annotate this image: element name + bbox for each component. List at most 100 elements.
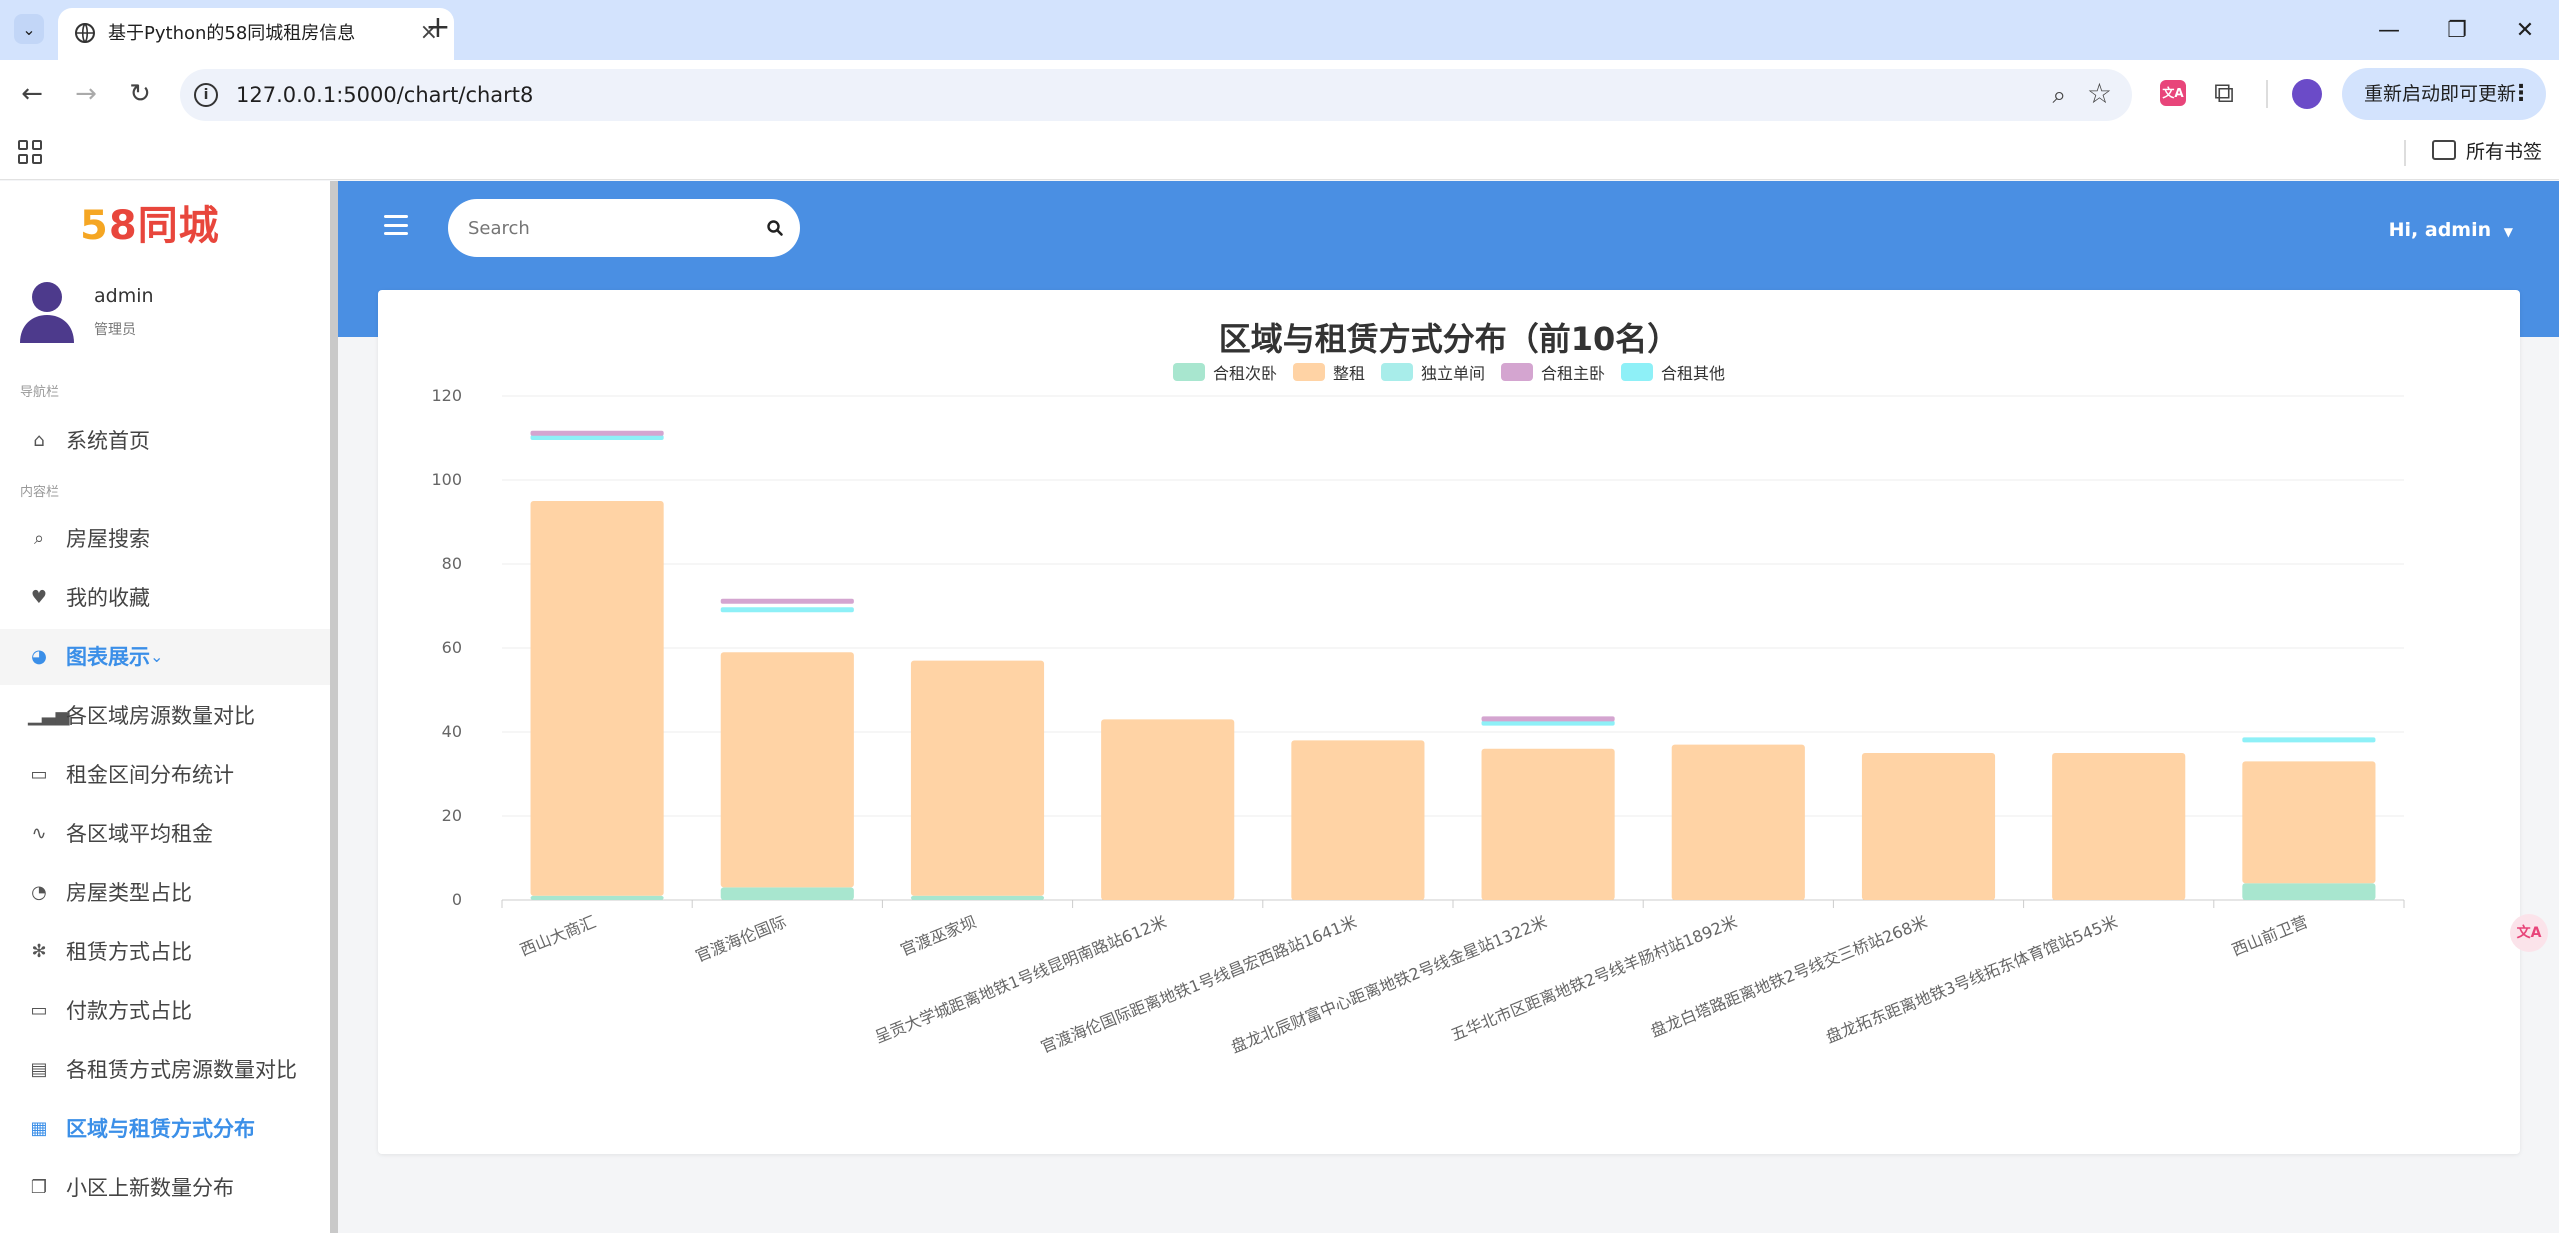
site-info-icon[interactable]: i [194,83,218,107]
sidebar-item-region-count[interactable]: ▁▃▅ 各区域房源数量对比 [0,688,330,744]
bar-segment-thin [530,430,664,436]
book-icon: ▤ [30,1059,48,1080]
reload-button[interactable]: ↻ [122,76,158,112]
folder-icon[interactable] [2432,140,2456,160]
menu-toggle-icon[interactable] [384,215,408,235]
bar-segment [2242,883,2376,900]
back-button[interactable]: ← [14,76,50,112]
bar-segment-thin [2242,737,2376,743]
legend-item[interactable]: 合租主卧 [1501,360,1605,384]
sidebar-item-charts[interactable]: ◕ 图表展示 ⌄ [0,629,330,685]
toolbar-divider [2266,80,2268,108]
sidebar-item-rent-range[interactable]: ▭ 租金区间分布统计 [0,747,330,803]
pie-chart-icon: ◕ [31,646,47,667]
tab-search-button[interactable]: ⌄ [14,14,44,44]
sidebar-item-avg-rent[interactable]: ∿ 各区域平均租金 [0,806,330,862]
gauge-icon: ◔ [31,882,47,903]
y-tick-label: 100 [431,470,462,489]
comments-icon: ❐ [30,1177,48,1198]
y-tick-label: 40 [442,722,462,741]
legend-swatch [1501,363,1533,381]
sidebar-item-house-type[interactable]: ◔ 房屋类型占比 [0,865,330,921]
x-tick-label: 西山前卫营 [2229,912,2310,960]
bar-segment [530,895,664,900]
new-tab-button[interactable]: + [420,10,456,46]
stacked-bar-chart: 0 20 40 60 80 100 120 西山大商汇 官渡海伦国际 官渡巫家坝呈贡大学城距离地铁… [431,386,2405,1057]
bar-segment [2052,753,2186,900]
minimize-button[interactable]: — [2355,0,2423,60]
sidebar-item-house-search[interactable]: ⌕ 房屋搜索 [0,511,330,567]
calendar-icon: ▦ [30,1118,48,1139]
chart-card: 0 20 40 60 80 100 120 西山大商汇 官渡海伦国际 官渡巫家坝 呈贡大学城距离地铁… [378,290,2520,1154]
bar-segment [910,660,1045,896]
zoom-icon[interactable]: ⌕ [2053,81,2066,109]
caret-down-icon: ▼ [2503,225,2513,239]
search-input[interactable] [468,211,728,245]
address-bar[interactable]: i 127.0.0.1:5000/chart/chart8 ⌕ ☆ [180,69,2132,121]
floating-translate-icon[interactable]: 文A [2510,914,2548,952]
search-box [448,199,800,257]
search-icon[interactable] [766,219,784,237]
user-avatar-icon [20,282,74,343]
search-icon: ⌕ [33,528,45,549]
bar-segment [1101,719,1235,900]
sidebar-item-community-new[interactable]: ❐ 小区上新数量分布 [0,1160,330,1216]
keyboard-icon: ▭ [30,1000,48,1021]
user-role: 管理员 [94,322,136,338]
snowflake-icon: ✻ [31,941,47,962]
sidebar-item-favorites[interactable]: ♥ 我的收藏 [0,570,330,626]
bookmark-star-icon[interactable]: ☆ [2087,77,2112,110]
y-tick-label: 120 [431,386,462,405]
x-tick-label: 盘龙北辰财富中心距离地铁2号线金星站1322米 [1228,912,1549,1057]
legend-label: 合租其他 [1661,364,1726,383]
bar-segment-thin [720,598,854,604]
x-tick-label: 盘龙拓东距离地铁3号线拓东体育馆站545米 [1823,912,2120,1047]
y-tick-label: 60 [442,638,462,657]
legend-item[interactable]: 独立单间 [1380,360,1485,384]
user-menu[interactable]: Hi, admin ▼ [2389,219,2513,241]
bar-segment [2242,761,2376,884]
sidebar-item-rent-mode[interactable]: ✻ 租赁方式占比 [0,924,330,980]
bar-segment [1481,748,1615,900]
restore-button[interactable]: ❐ [2423,0,2491,60]
bar-segment [1291,740,1425,900]
sidebar-item-rent-mode-count[interactable]: ▤ 各租赁方式房源数量对比 [0,1042,330,1098]
bar-segment-thin [720,607,854,613]
bookmarks-divider [2404,140,2406,166]
x-tick-label: 官渡海伦国际 [693,912,789,966]
chart-legend: 合租次卧 整租 独立单间 合租主卧 合租其他 [378,360,2520,384]
legend-label: 合租次卧 [1212,364,1277,383]
greeting-text: Hi, admin [2388,219,2492,241]
update-button-label: 重新启动即可更新 [2364,83,2517,105]
more-menu-icon[interactable]: ⋮ [2510,68,2532,120]
translate-extension-icon[interactable]: 文A [2160,80,2186,106]
legend-label: 独立单间 [1420,364,1485,383]
legend-item[interactable]: 整租 [1292,360,1365,384]
x-tick-label: 官渡海伦国际距离地铁1号线昌宏西路站1641米 [1038,912,1359,1057]
bar-segment [1671,744,1805,900]
sidebar-scrollbar[interactable] [330,181,338,1233]
update-button[interactable]: 重新启动即可更新 ⋮ [2342,68,2546,120]
app-sidebar: 58同城 admin 管理员 导航栏 ⌂ 系统首页 内容栏 ⌕ 房屋搜索 ♥ 我… [0,181,330,1233]
x-tick-label: 官渡巫家坝 [898,912,979,960]
legend-item[interactable]: 合租其他 [1621,360,1725,384]
content-section-label: 内容栏 [20,485,60,500]
apps-grid-icon[interactable] [18,140,42,164]
legend-swatch [1621,363,1654,381]
all-bookmarks-label[interactable]: 所有书签 [2466,138,2542,166]
browser-tab[interactable]: 基于Python的58同城租房信息 × [58,8,454,60]
close-window-button[interactable]: ✕ [2491,0,2559,60]
sidebar-item-payment[interactable]: ▭ 付款方式占比 [0,983,330,1039]
home-icon: ⌂ [33,430,45,451]
user-name: admin [94,285,154,307]
site-logo[interactable]: 58同城 [80,201,220,251]
legend-item[interactable]: 合租次卧 [1172,360,1277,384]
y-tick-label: 0 [452,890,462,909]
profile-avatar[interactable] [2292,79,2322,109]
url-text[interactable]: 127.0.0.1:5000/chart/chart8 [236,81,533,109]
extensions-icon[interactable]: ⧉ [2214,76,2234,110]
forward-button[interactable]: → [68,76,104,112]
sidebar-item-home[interactable]: ⌂ 系统首页 [0,413,330,469]
y-tick-label: 80 [442,554,462,573]
sidebar-item-region-rent-mode[interactable]: ▦ 区域与租赁方式分布 [0,1101,330,1157]
